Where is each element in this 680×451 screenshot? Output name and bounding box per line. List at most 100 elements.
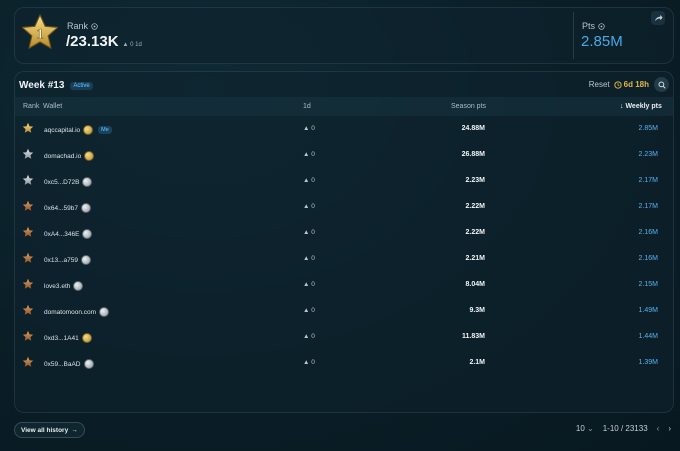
- season-pts: 11.83M: [462, 332, 485, 340]
- leaderboard-panel: Week #13 Active Reset 6d 18h Rank Wallet…: [14, 71, 674, 413]
- table-row[interactable]: domatomoon.com ▲ 0 9.3M 1.49M: [15, 298, 673, 323]
- wallet-cell[interactable]: aqccapital.io Me: [44, 125, 112, 135]
- rank-star-icon: [22, 304, 34, 316]
- weekly-pts: 2.23M: [638, 150, 658, 158]
- column-rank[interactable]: Rank: [23, 103, 39, 110]
- chevron-down-icon: ⌄: [587, 424, 594, 433]
- coin-icon: [82, 177, 93, 187]
- coin-icon: [73, 281, 84, 291]
- rank-star-icon: [22, 252, 34, 264]
- wallet-cell[interactable]: 0xA4...346E: [44, 229, 93, 239]
- prev-page-icon[interactable]: ‹: [657, 424, 660, 433]
- rank-star-icon: [22, 174, 34, 186]
- badge-number: 1: [36, 27, 43, 43]
- rank-value: /23.13K ▲ 0 1d: [66, 33, 142, 50]
- table-row[interactable]: 0x59...BaAD ▲ 0 2.1M 1.39M: [15, 350, 673, 375]
- season-pts: 8.04M: [465, 280, 485, 288]
- info-icon[interactable]: [598, 22, 605, 30]
- me-badge: Me: [98, 126, 112, 134]
- reset-timer: Reset 6d 18h: [588, 80, 649, 89]
- table-row[interactable]: 0xd3...1A41 ▲ 0 11.83M 1.44M: [15, 324, 673, 349]
- change-1d: ▲ 0: [303, 177, 315, 184]
- rank-star-icon: [22, 148, 34, 160]
- search-button[interactable]: [654, 77, 669, 92]
- weekly-pts: 1.39M: [638, 358, 658, 366]
- coin-icon: [84, 151, 95, 161]
- weekly-pts: 1.49M: [638, 306, 658, 314]
- wallet-cell[interactable]: domachad.io: [44, 151, 95, 161]
- rank-star-icon: [22, 356, 34, 368]
- wallet-cell[interactable]: 0x13...a759: [44, 255, 91, 265]
- table-row[interactable]: love3.eth ▲ 0 8.04M 2.15M: [15, 272, 673, 297]
- season-pts: 24.88M: [461, 124, 485, 132]
- wallet-cell[interactable]: love3.eth: [44, 281, 84, 291]
- coin-icon: [80, 255, 91, 265]
- status-badge: Active: [70, 81, 93, 90]
- week-title: Week #13: [19, 80, 65, 91]
- season-pts: 2.1M: [469, 358, 485, 366]
- change-1d: ▲ 0: [303, 307, 315, 314]
- rank-star-icon: [22, 226, 34, 238]
- season-pts: 26.88M: [461, 150, 485, 158]
- pts-label: Pts: [582, 21, 605, 31]
- wallet-cell[interactable]: 0x59...BaAD: [44, 359, 94, 369]
- search-icon: [657, 80, 666, 89]
- table-row[interactable]: aqccapital.io Me ▲ 0 24.88M 2.85M: [15, 116, 673, 141]
- column-wallet[interactable]: Wallet: [43, 103, 62, 110]
- coin-icon: [81, 333, 92, 343]
- pagination: 10 ⌄ 1-10 / 23133 ‹ ›: [576, 424, 671, 433]
- change-1d: ▲ 0: [303, 333, 315, 340]
- divider: [573, 12, 574, 59]
- sort-down-icon: ↓: [620, 103, 624, 110]
- weekly-pts: 2.16M: [638, 254, 658, 262]
- info-icon[interactable]: [91, 22, 98, 30]
- season-pts: 2.22M: [465, 228, 485, 236]
- rank-star-icon: [22, 330, 34, 342]
- coin-icon: [82, 229, 93, 239]
- rank-star-icon: [22, 200, 34, 212]
- share-icon[interactable]: [651, 11, 665, 25]
- rank-delta: ▲ 0 1d: [122, 42, 142, 48]
- rank-summary-card: 1 Rank /23.13K ▲ 0 1d Pts 2.85M: [14, 7, 674, 64]
- table-row[interactable]: 0xA4...346E ▲ 0 2.22M 2.16M: [15, 220, 673, 245]
- column-season-pts[interactable]: Season pts: [451, 103, 486, 110]
- next-page-icon[interactable]: ›: [668, 424, 671, 433]
- change-1d: ▲ 0: [303, 359, 315, 366]
- column-weekly-pts[interactable]: ↓ Weekly pts: [620, 103, 662, 110]
- weekly-pts: 1.44M: [638, 332, 658, 340]
- wallet-cell[interactable]: 0x64...59b7: [44, 203, 91, 213]
- page-range: 1-10 / 23133: [602, 424, 648, 433]
- coin-icon: [80, 203, 91, 213]
- rank-star-icon: [22, 278, 34, 290]
- season-pts: 9.3M: [469, 306, 485, 314]
- rank-star-badge-icon: 1: [21, 14, 59, 49]
- wallet-cell[interactable]: 0xc5...D72B: [44, 177, 93, 187]
- board-header: Week #13 Active: [19, 80, 93, 91]
- weekly-pts: 2.17M: [638, 202, 658, 210]
- change-1d: ▲ 0: [303, 281, 315, 288]
- column-1d[interactable]: 1d: [303, 103, 311, 110]
- season-pts: 2.23M: [465, 176, 485, 184]
- table-row[interactable]: 0xc5...D72B ▲ 0 2.23M 2.17M: [15, 168, 673, 193]
- coin-icon: [99, 307, 110, 317]
- arrow-right-icon: →: [71, 426, 78, 434]
- pts-value: 2.85M: [581, 33, 623, 50]
- wallet-cell[interactable]: domatomoon.com: [44, 307, 110, 317]
- wallet-cell[interactable]: 0xd3...1A41: [44, 333, 92, 343]
- change-1d: ▲ 0: [303, 229, 315, 236]
- table-row[interactable]: 0x64...59b7 ▲ 0 2.22M 2.17M: [15, 194, 673, 219]
- table-row[interactable]: domachad.io ▲ 0 26.88M 2.23M: [15, 142, 673, 167]
- table-header: Rank Wallet 1d Season pts ↓ Weekly pts: [15, 97, 673, 116]
- coin-icon: [83, 125, 94, 135]
- weekly-pts: 2.15M: [638, 280, 658, 288]
- clock-icon: [613, 80, 622, 89]
- change-1d: ▲ 0: [303, 125, 315, 132]
- view-history-button[interactable]: View all history →: [14, 422, 85, 438]
- table-row[interactable]: 0x13...a759 ▲ 0 2.21M 2.16M: [15, 246, 673, 271]
- rank-star-icon: [22, 122, 34, 134]
- season-pts: 2.22M: [465, 202, 485, 210]
- weekly-pts: 2.16M: [638, 228, 658, 236]
- change-1d: ▲ 0: [303, 151, 315, 158]
- weekly-pts: 2.85M: [638, 124, 658, 132]
- page-size-select[interactable]: 10 ⌄: [576, 424, 594, 433]
